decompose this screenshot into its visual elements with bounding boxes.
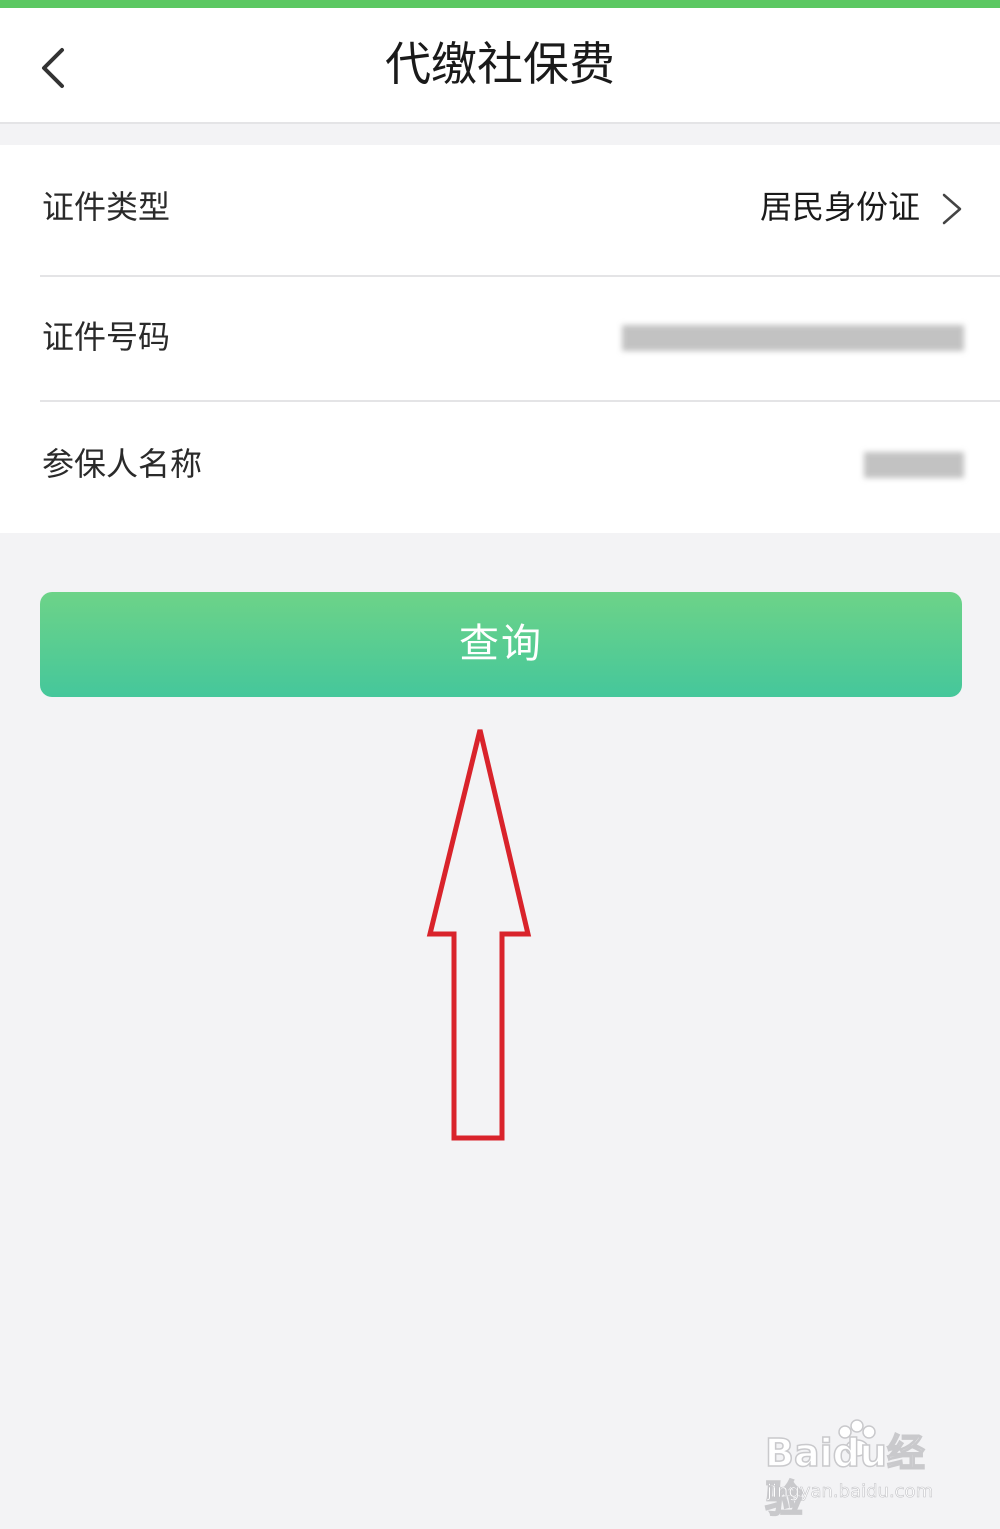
watermark-url: jingyan.baidu.com (767, 1481, 934, 1503)
up-arrow-annotation-icon (426, 729, 532, 1141)
query-button[interactable]: 查询 (40, 592, 962, 697)
chevron-right-icon (942, 193, 962, 225)
query-button-label: 查询 (459, 621, 543, 667)
redaction-blur (622, 325, 964, 351)
id-number-label: 证件号码 (42, 318, 171, 356)
insured-name-row[interactable]: 参保人名称 (0, 402, 1000, 533)
id-number-value-redacted[interactable] (622, 319, 964, 357)
navigation-header: 代缴社保费 (0, 8, 1000, 124)
watermark-brand: Baidu经验 (764, 1430, 925, 1522)
id-number-row[interactable]: 证件号码 (0, 277, 1000, 400)
insured-name-value-redacted[interactable] (864, 446, 964, 484)
baidu-jingyan-watermark: Baidu经验 jingyan.baidu.com (764, 1418, 955, 1522)
id-type-value: 居民身份证 (759, 188, 920, 226)
top-accent-strip (0, 0, 1000, 8)
id-type-label: 证件类型 (42, 188, 171, 226)
insured-name-label: 参保人名称 (42, 445, 203, 483)
form-card: 证件类型 居民身份证 证件号码 参保人名称 (0, 145, 1000, 533)
id-type-row[interactable]: 证件类型 居民身份证 (0, 145, 1000, 275)
page-title: 代缴社保费 (385, 37, 615, 91)
redaction-blur (864, 452, 964, 478)
